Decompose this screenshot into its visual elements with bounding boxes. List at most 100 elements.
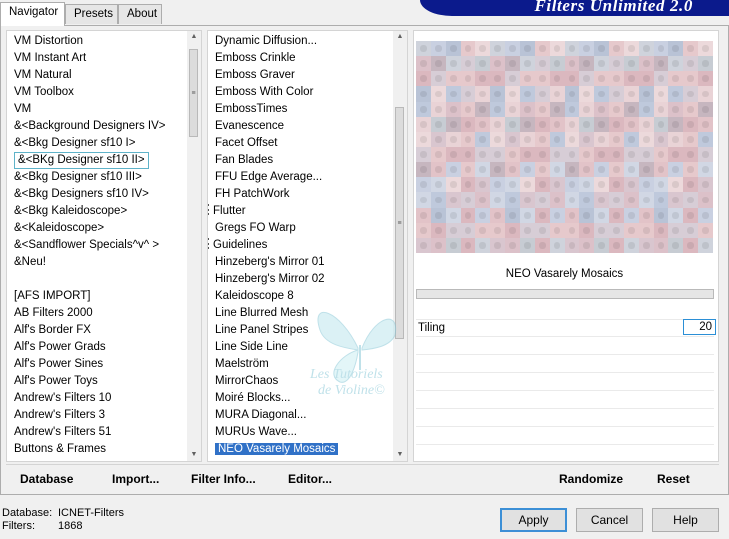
mosaic-tile: [519, 116, 535, 132]
mosaic-tile: [475, 101, 491, 117]
scroll-up-icon[interactable]: ▲: [187, 31, 201, 43]
mosaic-tile: [609, 71, 624, 87]
category-item[interactable]: &<Bkg Designer sf10 I>: [12, 135, 166, 152]
database-button[interactable]: Database: [20, 472, 73, 486]
mosaic-tile: [594, 116, 610, 132]
mosaic-tile: [683, 116, 699, 132]
mosaic-tile: [460, 177, 476, 193]
scroll-down-icon[interactable]: ▼: [393, 449, 407, 461]
scroll-down-icon[interactable]: ▼: [187, 449, 201, 461]
mosaic-tile: [564, 222, 580, 238]
reset-button[interactable]: Reset: [657, 472, 690, 486]
help-button[interactable]: Help: [652, 508, 719, 532]
category-item[interactable]: &<Kaleidoscope>: [12, 220, 166, 237]
category-item[interactable]: VM: [12, 101, 166, 118]
import-button[interactable]: Import...: [112, 472, 159, 486]
filter-item[interactable]: Fan Blades: [213, 152, 338, 169]
category-item[interactable]: VM Natural: [12, 67, 166, 84]
filter-item[interactable]: Flutter: [208, 203, 338, 220]
mosaic-tile: [683, 237, 699, 253]
filter-item[interactable]: Gregs FO Warp: [213, 220, 338, 237]
filter-item-label: Emboss Crinkle: [215, 52, 296, 64]
filter-item-label: NEO Vasarely Mosaics: [215, 443, 339, 455]
filter-item[interactable]: Emboss Crinkle: [213, 50, 338, 67]
category-item[interactable]: Buttons & Frames: [12, 441, 166, 458]
mosaic-tile: [460, 56, 476, 72]
category-item[interactable]: Alf's Power Grads: [12, 339, 166, 356]
category-item[interactable]: &<BKg Designer sf10 II>: [12, 152, 166, 169]
category-item[interactable]: VM Instant Art: [12, 50, 166, 67]
filter-item[interactable]: Evanescence: [213, 118, 338, 135]
editor-button[interactable]: Editor...: [288, 472, 332, 486]
mosaic-tile: [430, 86, 446, 102]
filter-item[interactable]: FFU Edge Average...: [213, 169, 338, 186]
category-list-panel[interactable]: VM Distortion VM Instant Art VM Natural VM …: [6, 30, 202, 462]
category-item[interactable]: &<Bkg Designer sf10 III>: [12, 169, 166, 186]
filter-item[interactable]: Hinzeberg's Mirror 01: [213, 254, 338, 271]
mosaic-tile: [534, 86, 550, 102]
filter-info-button[interactable]: Filter Info...: [191, 472, 256, 486]
filter-item[interactable]: Facet Offset: [213, 135, 338, 152]
filter-item[interactable]: NEO Vasarely Mosaics: [213, 441, 339, 458]
cancel-button[interactable]: Cancel: [576, 508, 643, 532]
preview-filter-name: NEO Vasarely Mosaics: [505, 268, 624, 280]
category-item[interactable]: Alf's Border FX: [12, 322, 166, 339]
filter-item[interactable]: EmbossTimes: [213, 101, 338, 118]
category-item[interactable]: Alf's Power Toys: [12, 373, 166, 390]
mosaic-tile: [416, 177, 431, 193]
mosaic-tile: [519, 56, 535, 72]
mosaic-tile: [609, 116, 624, 132]
watermark-line1: Les Tutoriels: [309, 367, 383, 382]
category-item[interactable]: AB Filters 2000: [12, 305, 166, 322]
category-item[interactable]: VM Toolbox: [12, 84, 166, 101]
filter-item[interactable]: Guidelines: [208, 237, 338, 254]
category-item[interactable]: Andrew's Filters 51: [12, 424, 166, 441]
filter-item[interactable]: Emboss Graver: [213, 67, 338, 84]
mosaic-tile: [668, 101, 684, 117]
category-item[interactable]: &<Background Designers IV>: [12, 118, 166, 135]
category-list[interactable]: VM Distortion VM Instant Art VM Natural VM …: [12, 33, 166, 458]
category-item[interactable]: &<Bkg Kaleidoscope>: [12, 203, 166, 220]
mosaic-tile: [534, 131, 550, 147]
category-item[interactable]: &<Sandflower Specials^v^ >: [12, 237, 166, 254]
filter-item[interactable]: MURA Diagonal...: [213, 407, 338, 424]
category-item[interactable]: [AFS IMPORT]: [12, 288, 166, 305]
mosaic-tile: [594, 86, 610, 102]
mosaic-tile: [519, 131, 535, 147]
mosaic-tile: [638, 207, 654, 223]
mosaic-tile: [430, 222, 446, 238]
category-item[interactable]: Andrew's Filters 10: [12, 390, 166, 407]
scroll-thumb[interactable]: ≡: [189, 49, 198, 137]
category-item[interactable]: &<Bkg Designers sf10 IV>: [12, 186, 166, 203]
mosaic-tile: [490, 41, 506, 57]
filter-item[interactable]: Hinzeberg's Mirror 02: [213, 271, 338, 288]
tab-navigator[interactable]: Navigator: [0, 2, 65, 26]
category-item[interactable]: &Neu!: [12, 254, 166, 271]
category-item[interactable]: Andrew's Filters 3: [12, 407, 166, 424]
mosaic-tile: [579, 71, 595, 87]
mosaic-tile: [519, 71, 535, 87]
mosaic-tile: [549, 86, 565, 102]
filter-item[interactable]: Emboss With Color: [213, 84, 338, 101]
mosaic-tile: [653, 207, 669, 223]
randomize-button[interactable]: Randomize: [559, 472, 623, 486]
mosaic-tile: [475, 147, 491, 163]
filter-item[interactable]: FH PatchWork: [213, 186, 338, 203]
tab-presets[interactable]: Presets: [65, 4, 118, 24]
mosaic-tile: [430, 56, 446, 72]
category-item[interactable]: Alf's Power Sines: [12, 356, 166, 373]
category-scrollbar[interactable]: ▲ ≡ ▼: [187, 31, 201, 461]
mosaic-tile: [416, 207, 431, 223]
mosaic-tile: [490, 71, 506, 87]
mosaic-tile: [609, 41, 624, 57]
status-filters-label: Filters:: [2, 520, 35, 532]
apply-button[interactable]: Apply: [500, 508, 567, 532]
mosaic-tile: [534, 192, 550, 208]
tab-about[interactable]: About: [118, 4, 162, 24]
filter-item[interactable]: MURUs Wave...: [213, 424, 338, 441]
category-item[interactable]: VM Distortion: [12, 33, 166, 50]
watermark-line2: de Violine©: [318, 383, 385, 398]
filter-item[interactable]: Dynamic Diffusion...: [213, 33, 338, 50]
scroll-up-icon[interactable]: ▲: [393, 31, 407, 43]
param-value-tiling[interactable]: 20: [683, 319, 716, 335]
